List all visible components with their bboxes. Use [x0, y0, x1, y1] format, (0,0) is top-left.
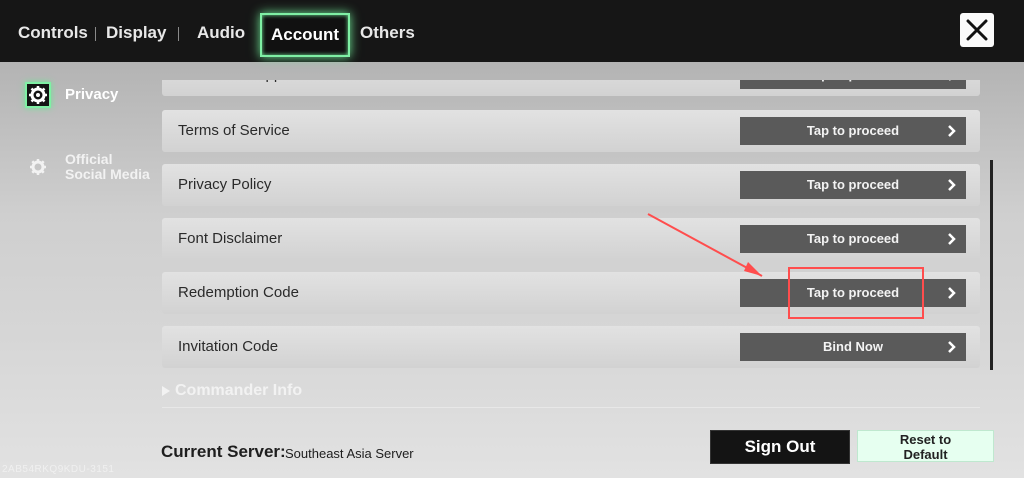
scrollbar[interactable]	[990, 160, 993, 370]
divider	[162, 407, 980, 408]
chevron-right-icon	[948, 179, 956, 191]
list-item-terms-of-service: Terms of Service Tap to proceed	[162, 110, 980, 152]
button-label: Tap to proceed	[740, 80, 966, 89]
row-label: Terms of Service	[178, 122, 290, 139]
top-bar: Controls Display Audio Account Others	[0, 0, 1024, 62]
commander-info-toggle[interactable]: Commander Info	[162, 382, 302, 400]
sidebar-label-line1: Official	[65, 151, 113, 167]
button-label: Tap to proceed	[806, 231, 900, 246]
button-label: Tap to proceed	[806, 177, 900, 192]
tab-separator	[95, 27, 96, 41]
tap-to-proceed-button[interactable]: Tap to proceed	[740, 225, 966, 253]
list-item-privacy-policy: Privacy Policy Tap to proceed	[162, 164, 980, 206]
sidebar-label-line2: Social Media	[65, 166, 150, 182]
close-button[interactable]	[960, 13, 994, 47]
chevron-right-icon	[948, 233, 956, 245]
chevron-right-icon	[948, 125, 956, 137]
sign-out-button[interactable]: Sign Out	[710, 430, 850, 464]
reset-label-line2: Default	[903, 447, 948, 462]
reset-label-line1: Reset to	[899, 432, 952, 447]
sidebar-item-label: Official Social Media	[65, 152, 150, 182]
tab-account[interactable]: Account	[260, 13, 350, 57]
commander-info-label: Commander Info	[175, 382, 303, 399]
current-server-label: Current Server:	[161, 442, 286, 461]
tab-others[interactable]: Others	[360, 0, 415, 62]
reset-to-default-button[interactable]: Reset to Default	[857, 430, 994, 462]
gear-icon	[25, 156, 51, 182]
tap-to-proceed-button[interactable]: Tap to proceed	[740, 171, 966, 199]
chevron-right-icon	[948, 341, 956, 353]
build-id: 2AB54RKQ9KDU-3151	[2, 464, 115, 475]
chevron-right-icon	[949, 80, 951, 81]
tap-to-proceed-button[interactable]: Tap to proceed	[740, 80, 966, 89]
row-label: Privacy Policy	[178, 176, 272, 193]
current-server-value: Southeast Asia Server	[285, 446, 414, 461]
row-label: Invitation Code	[178, 338, 279, 355]
close-x-icon	[966, 19, 988, 41]
button-label: Tap to proceed	[806, 285, 900, 300]
button-label: Tap to proceed	[806, 123, 900, 138]
caret-right-icon	[162, 385, 170, 396]
button-label: Bind Now	[823, 339, 883, 354]
chevron-right-icon	[948, 287, 956, 299]
row-label: Font Disclaimer	[178, 230, 283, 247]
list-item-invitation-code: Invitation Code Bind Now	[162, 326, 980, 368]
tab-audio[interactable]: Audio	[197, 0, 245, 62]
gear-icon	[25, 82, 51, 108]
sidebar-item-privacy[interactable]: Privacy	[25, 82, 145, 108]
bind-now-button[interactable]: Bind Now	[740, 333, 966, 361]
tap-to-proceed-button[interactable]: Tap to proceed	[740, 279, 966, 307]
settings-list[interactable]: Customer Support Tap to proceed Terms of…	[162, 80, 982, 410]
tab-display[interactable]: Display	[106, 0, 166, 62]
tap-to-proceed-button[interactable]: Tap to proceed	[740, 117, 966, 145]
row-label: Customer Support	[178, 80, 300, 96]
list-item-customer-support: Customer Support Tap to proceed	[162, 80, 980, 96]
sidebar-item-label: Privacy	[65, 86, 119, 103]
list-item-redemption-code: Redemption Code Tap to proceed	[162, 272, 980, 314]
tab-separator	[178, 27, 179, 41]
tab-controls[interactable]: Controls	[18, 0, 88, 62]
sidebar-item-social-media[interactable]: Official Social Media	[25, 151, 160, 185]
row-label: Redemption Code	[178, 284, 299, 301]
list-item-font-disclaimer: Font Disclaimer Tap to proceed	[162, 218, 980, 260]
